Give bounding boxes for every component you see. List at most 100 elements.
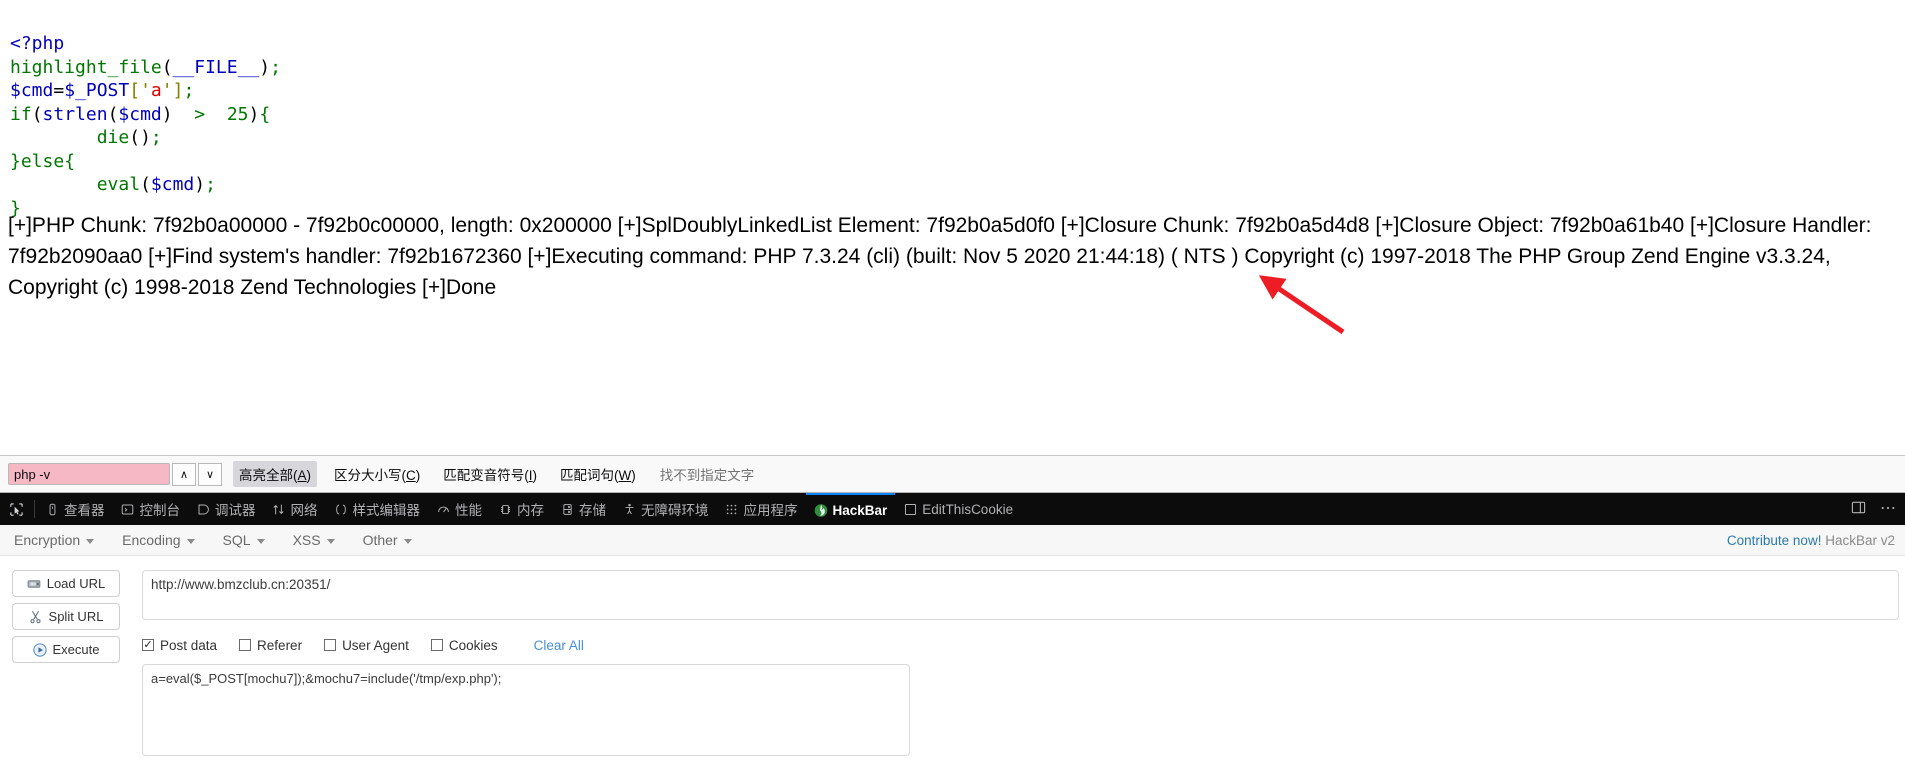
devtools-tab-label: HackBar (832, 502, 888, 518)
split-url-button[interactable]: Split URL (12, 603, 120, 630)
devtools-tab-hackbar[interactable]: HackBar (805, 493, 896, 525)
find-highlight-all-button[interactable]: 高亮全部(A) (233, 461, 318, 487)
hackbar-menu-other[interactable]: Other (359, 532, 426, 548)
devtools-tab-label: 调试器 (215, 503, 256, 518)
devtools-tab-应用程序[interactable]: 应用程序 (717, 493, 806, 525)
php-token: a (150, 80, 162, 101)
php-token: ) (259, 56, 271, 78)
devtools-tab-label: 内存 (517, 503, 544, 518)
load-url-button[interactable]: Load URL (12, 570, 120, 597)
contribute-link[interactable]: Contribute now! (1727, 533, 1822, 548)
hackbar-version-label: HackBar v2 (1825, 532, 1895, 548)
devtools-toolbar: 查看器 控制台 调试器 网络 样式编辑器 性能 内存 存储 无障碍环境 应用程序 HackBar Ed… (0, 493, 1905, 525)
find-toolbar: ∧ ∨ 高亮全部(A) 区分大小写(C) 匹配变音符号(I) 匹配词句(W) 找… (0, 455, 1905, 493)
php-token: { (64, 150, 76, 172)
post-data-checkbox[interactable]: ✓ Post data (142, 638, 217, 653)
element-picker-icon[interactable] (0, 493, 32, 525)
chevron-down-icon (86, 538, 95, 544)
php-token: ] (172, 80, 184, 101)
cookies-checkbox[interactable]: Cookies (430, 637, 498, 653)
php-token (10, 174, 97, 195)
find-match-diacritics-button[interactable]: 匹配变音符号(I) (437, 461, 543, 487)
storage-icon (560, 502, 574, 516)
meatball-menu-icon[interactable]: ⋯ (1880, 501, 1897, 517)
hackbar-menu-label: Encryption (14, 532, 81, 548)
php-token: ' (140, 80, 151, 101)
php-token (10, 127, 97, 148)
devtools-tab-存储[interactable]: 存储 (552, 493, 614, 525)
post-data-checkbox-box[interactable]: ✓ (142, 639, 154, 651)
php-token: if (10, 103, 32, 125)
hackbar-menu-label: XSS (292, 532, 321, 548)
devtools-toolbar-actions: ⋯ (1851, 500, 1905, 518)
dock-to-side-icon[interactable] (1851, 500, 1866, 518)
post-data-input[interactable] (142, 664, 910, 756)
devtools-tab-网络[interactable]: 网络 (264, 493, 326, 525)
devtools-tab-label: 存储 (579, 503, 606, 518)
referer-checkbox-box[interactable] (239, 639, 252, 651)
chevron-down-icon (403, 538, 412, 544)
user-agent-checkbox-box[interactable] (324, 639, 337, 651)
find-match-case-button[interactable]: 区分大小写(C) (328, 461, 426, 487)
devtools-tab-控制台[interactable]: 控制台 (113, 493, 189, 525)
php-token: ( (161, 56, 173, 78)
devtools-tab-内存[interactable]: 内存 (490, 493, 552, 525)
hackbar-menu-xss[interactable]: XSS (289, 532, 349, 548)
php-token: strlen (42, 103, 108, 125)
php-token: __FILE__ (172, 56, 260, 78)
php-token: ( (31, 103, 43, 125)
inspector-icon (45, 502, 59, 516)
php-token: ; (183, 80, 195, 101)
find-input[interactable] (8, 463, 170, 485)
hackbar-menu-sql[interactable]: SQL (219, 532, 279, 548)
execute-button[interactable]: Execute (12, 636, 120, 663)
memory-icon (498, 502, 512, 516)
devtools-tab-样式编辑器[interactable]: 样式编辑器 (326, 493, 429, 525)
user-agent-label: User Agent (342, 637, 409, 653)
console-icon (121, 502, 135, 516)
clear-all-link[interactable]: Clear All (534, 638, 584, 653)
devtools-tab-查看器[interactable]: 查看器 (37, 493, 113, 525)
devtools-tab-性能[interactable]: 性能 (428, 493, 490, 525)
devtools-tab-label: 应用程序 (743, 503, 798, 518)
find-previous-button[interactable]: ∧ (172, 462, 196, 486)
cookies-checkbox-box[interactable] (430, 639, 443, 651)
chevron-down-icon (256, 538, 265, 544)
find-next-button[interactable]: ∨ (198, 462, 222, 486)
load-url-label: Load URL (46, 576, 106, 591)
application-icon (725, 502, 739, 516)
performance-icon (436, 502, 450, 516)
devtools-tab-无障碍环境[interactable]: 无障碍环境 (614, 493, 717, 525)
php-token: <?php (10, 33, 65, 54)
php-token: [ (129, 80, 141, 101)
php-token: ; (150, 127, 162, 148)
php-token: $_POST (64, 80, 130, 101)
php-token: $cmd (118, 103, 162, 125)
user-agent-checkbox[interactable]: User Agent (324, 638, 409, 653)
command-output-text: [+]PHP Chunk: 7f92b0a00000 - 7f92b0c0000… (8, 214, 1872, 299)
hackbar-menu-label: SQL (222, 532, 251, 548)
hackbar-options-row: ✓ Post data Referer User Agent Cookies C… (142, 636, 1899, 654)
referer-label: Referer (257, 637, 303, 653)
devtools-tab-调试器[interactable]: 调试器 (188, 493, 264, 525)
url-input[interactable] (142, 570, 1899, 620)
hackbar-icon (814, 503, 828, 517)
devtools-tab-label: 无障碍环境 (641, 503, 709, 518)
php-token (205, 104, 227, 125)
php-token: eval (96, 174, 141, 195)
cookies-label: Cookies (448, 637, 498, 653)
execute-label: Execute (52, 642, 100, 657)
referer-checkbox[interactable]: Referer (239, 638, 302, 653)
hackbar-panel: Encryption Encoding SQL XSS Other Contribute… (0, 525, 1905, 770)
php-token: 25 (226, 103, 249, 125)
find-whole-words-button[interactable]: 匹配词句(W) (554, 461, 642, 487)
chevron-down-icon (186, 538, 195, 544)
hackbar-fields: ✓ Post data Referer User Agent Cookies C… (142, 570, 1899, 761)
php-token: ( (140, 174, 151, 195)
accessibility-icon (622, 502, 636, 516)
hackbar-menu-encryption[interactable]: Encryption (10, 532, 108, 548)
php-token: highlight_file (10, 56, 162, 78)
php-token: = (53, 80, 65, 101)
hackbar-menu-encoding[interactable]: Encoding (118, 532, 208, 548)
devtools-tab-editthiscookie[interactable]: EditThisCookie (895, 493, 1021, 525)
